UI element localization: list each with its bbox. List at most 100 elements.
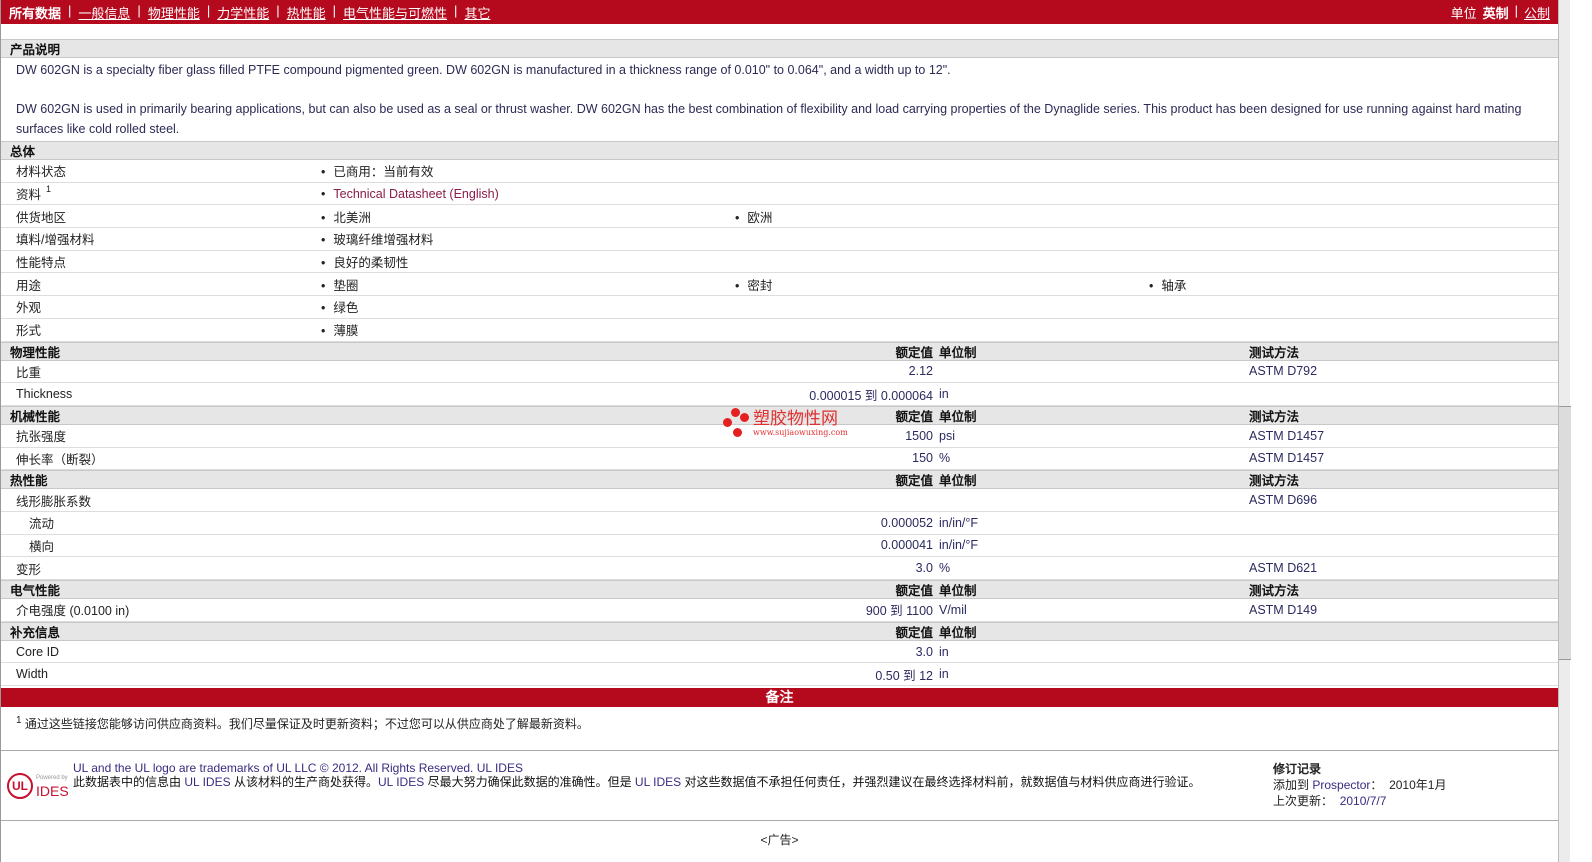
property-row: Width 0.50 到 12 in: [1, 663, 1558, 687]
ul-ides-ref: UL IDES: [634, 775, 682, 790]
disclaimer-a: 此数据表中的信息由: [73, 775, 182, 790]
general-row: 填料/增强材料 玻璃纤维增强材料: [1, 228, 1558, 251]
nav-link-1[interactable]: 物理性能: [148, 3, 200, 22]
ul-ides-link[interactable]: UL IDES: [477, 761, 523, 775]
bullet-item: 薄膜: [333, 320, 358, 339]
bullet-item: 绿色: [333, 297, 358, 316]
row-label: 用途: [16, 278, 42, 293]
property-value: 0.000015 到 0.000064: [809, 388, 933, 403]
general-row: 资料 1 Technical Datasheet (English): [1, 183, 1558, 206]
row-label: 供货地区: [16, 210, 67, 225]
property-row: Thickness 0.000015 到 0.000064 in: [1, 383, 1558, 406]
nav-link-4[interactable]: 电气性能与可燃性: [343, 3, 447, 22]
nav-link-0[interactable]: 一般信息: [78, 3, 130, 22]
property-unit: psi: [939, 428, 955, 443]
nominal-header: 额定值: [895, 474, 933, 489]
property-unit: %: [939, 561, 951, 576]
scrollbar-thumb[interactable]: [1559, 406, 1571, 660]
powered-by: Powered by: [36, 774, 68, 781]
property-value: 900 到 1100: [865, 604, 933, 619]
watermark-text: 塑胶物性网: [753, 408, 838, 428]
ul-logo-icon: UL: [7, 772, 33, 799]
nav-all-data[interactable]: 所有数据: [9, 3, 61, 22]
bullet-text: 玻璃纤维增强材料: [333, 233, 434, 248]
property-label: 横向: [29, 539, 55, 554]
row-label: 性能特点: [16, 256, 67, 271]
top-nav: 所有数据 | 一般信息 | 物理性能 | 力学性能 | 热性能 | 电气性能与可燃性 | 其它 单位 …: [1, 0, 1558, 24]
test-method-header: 测试方法: [1249, 474, 1300, 489]
bullet-item: 轴承: [1161, 275, 1186, 294]
bullet-text: 密封: [747, 278, 773, 293]
row-label: 填料/增强材料: [16, 233, 95, 248]
property-row: 比重 2.12 ASTM D792: [1, 361, 1558, 384]
property-label: 比重: [16, 365, 42, 380]
test-method: ASTM D1457: [1249, 451, 1325, 466]
property-value: 3.0: [915, 644, 933, 659]
section-header: 补充信息 额定值 单位制: [1, 621, 1558, 641]
property-value: 0.000052: [880, 515, 933, 530]
section-title: 补充信息: [10, 625, 61, 640]
section-title: 电气性能: [10, 584, 61, 598]
property-row: Core ID 3.0 in: [1, 641, 1558, 664]
ides-text: IDES: [36, 782, 69, 799]
trademark-text: UL and the UL logo are trademarks of UL …: [73, 761, 474, 776]
datasheet-link[interactable]: Technical Datasheet (English): [333, 187, 498, 201]
property-unit: in: [939, 387, 949, 402]
general-row: 材料状态 已商用：当前有效: [1, 160, 1558, 183]
ul-ides-ref: UL IDES: [377, 775, 425, 790]
vertical-scrollbar[interactable]: [1558, 0, 1571, 862]
bullet-text: 垫圈: [333, 278, 359, 293]
separator: |: [1514, 2, 1518, 18]
property-row: 线形膨胀系数 ASTM D696: [1, 489, 1558, 512]
row-label: 资料: [16, 188, 42, 203]
test-method-header: 测试方法: [1249, 409, 1300, 424]
separator: |: [332, 2, 337, 18]
separator: |: [206, 2, 211, 18]
bullet-item: Technical Datasheet (English): [333, 187, 498, 201]
notes-header: 备注: [1, 688, 1558, 708]
separator: |: [276, 2, 280, 18]
footnote-text: 通过这些链接您能够访问供应商资料。我们尽量保证及时更新资料；不过您可以从供应商处…: [24, 717, 589, 732]
property-value: 150: [912, 451, 933, 466]
general-row: 外观 绿色: [1, 296, 1558, 319]
nav-link-5[interactable]: 其它: [464, 3, 490, 22]
bullet-item: 已商用：当前有效: [333, 161, 434, 180]
property-row: 横向 0.000041 in/in/°F: [1, 535, 1558, 558]
test-method: ASTM D149: [1249, 602, 1318, 617]
bullet-item: 欧洲: [747, 207, 773, 226]
section-header: 热性能 额定值 单位制 测试方法: [1, 470, 1558, 490]
description-p1: DW 602GN is a specialty fiber glass fill…: [16, 63, 951, 77]
nav-link-2[interactable]: 力学性能: [217, 3, 269, 22]
description-p2: DW 602GN is used in primarily bearing ap…: [16, 102, 1522, 136]
bullet-text: 已商用：当前有效: [333, 165, 434, 180]
property-label: 流动: [29, 517, 55, 532]
test-method: ASTM D792: [1249, 364, 1318, 379]
property-row: 介电强度 (0.0100 in) 900 到 1100 V/mil ASTM D149: [1, 599, 1558, 622]
property-unit: in: [939, 667, 949, 682]
nominal-header: 额定值: [895, 625, 933, 640]
disclaimer-b: 从该材料的生产商处获得。: [233, 775, 378, 790]
unit-metric-link[interactable]: 公制: [1524, 3, 1550, 22]
test-method-header: 测试方法: [1249, 345, 1300, 360]
section-header: 物理性能 额定值 单位制 测试方法: [1, 341, 1558, 361]
added-sep: ：: [1370, 778, 1383, 793]
general-row: 用途 垫圈 密封 轴承: [1, 273, 1558, 297]
separator: |: [137, 2, 141, 18]
ad-label: <广告>: [760, 833, 799, 848]
bullet-item: 北美洲: [333, 207, 371, 226]
property-value: 3.0: [915, 561, 933, 576]
footnote-marker: 1: [16, 715, 22, 727]
test-method: ASTM D1457: [1249, 428, 1325, 443]
nominal-header: 额定值: [895, 345, 933, 360]
property-unit: in/in/°F: [939, 515, 979, 530]
nav-link-3[interactable]: 热性能: [287, 3, 326, 22]
prospector-link[interactable]: Prospector: [1312, 778, 1370, 792]
separator: |: [454, 2, 458, 18]
bullet-text: 欧洲: [747, 210, 773, 225]
unit-header: 单位制: [939, 474, 977, 489]
revision-history: 修订记录 添加到 Prospector： 2010年1月 上次更新： 2010/…: [1273, 761, 1446, 810]
unit-english[interactable]: 英制: [1483, 3, 1509, 22]
general-row: 性能特点 良好的柔韧性: [1, 251, 1558, 274]
property-label: Thickness: [16, 387, 73, 402]
bullet-text: 良好的柔韧性: [333, 256, 409, 271]
